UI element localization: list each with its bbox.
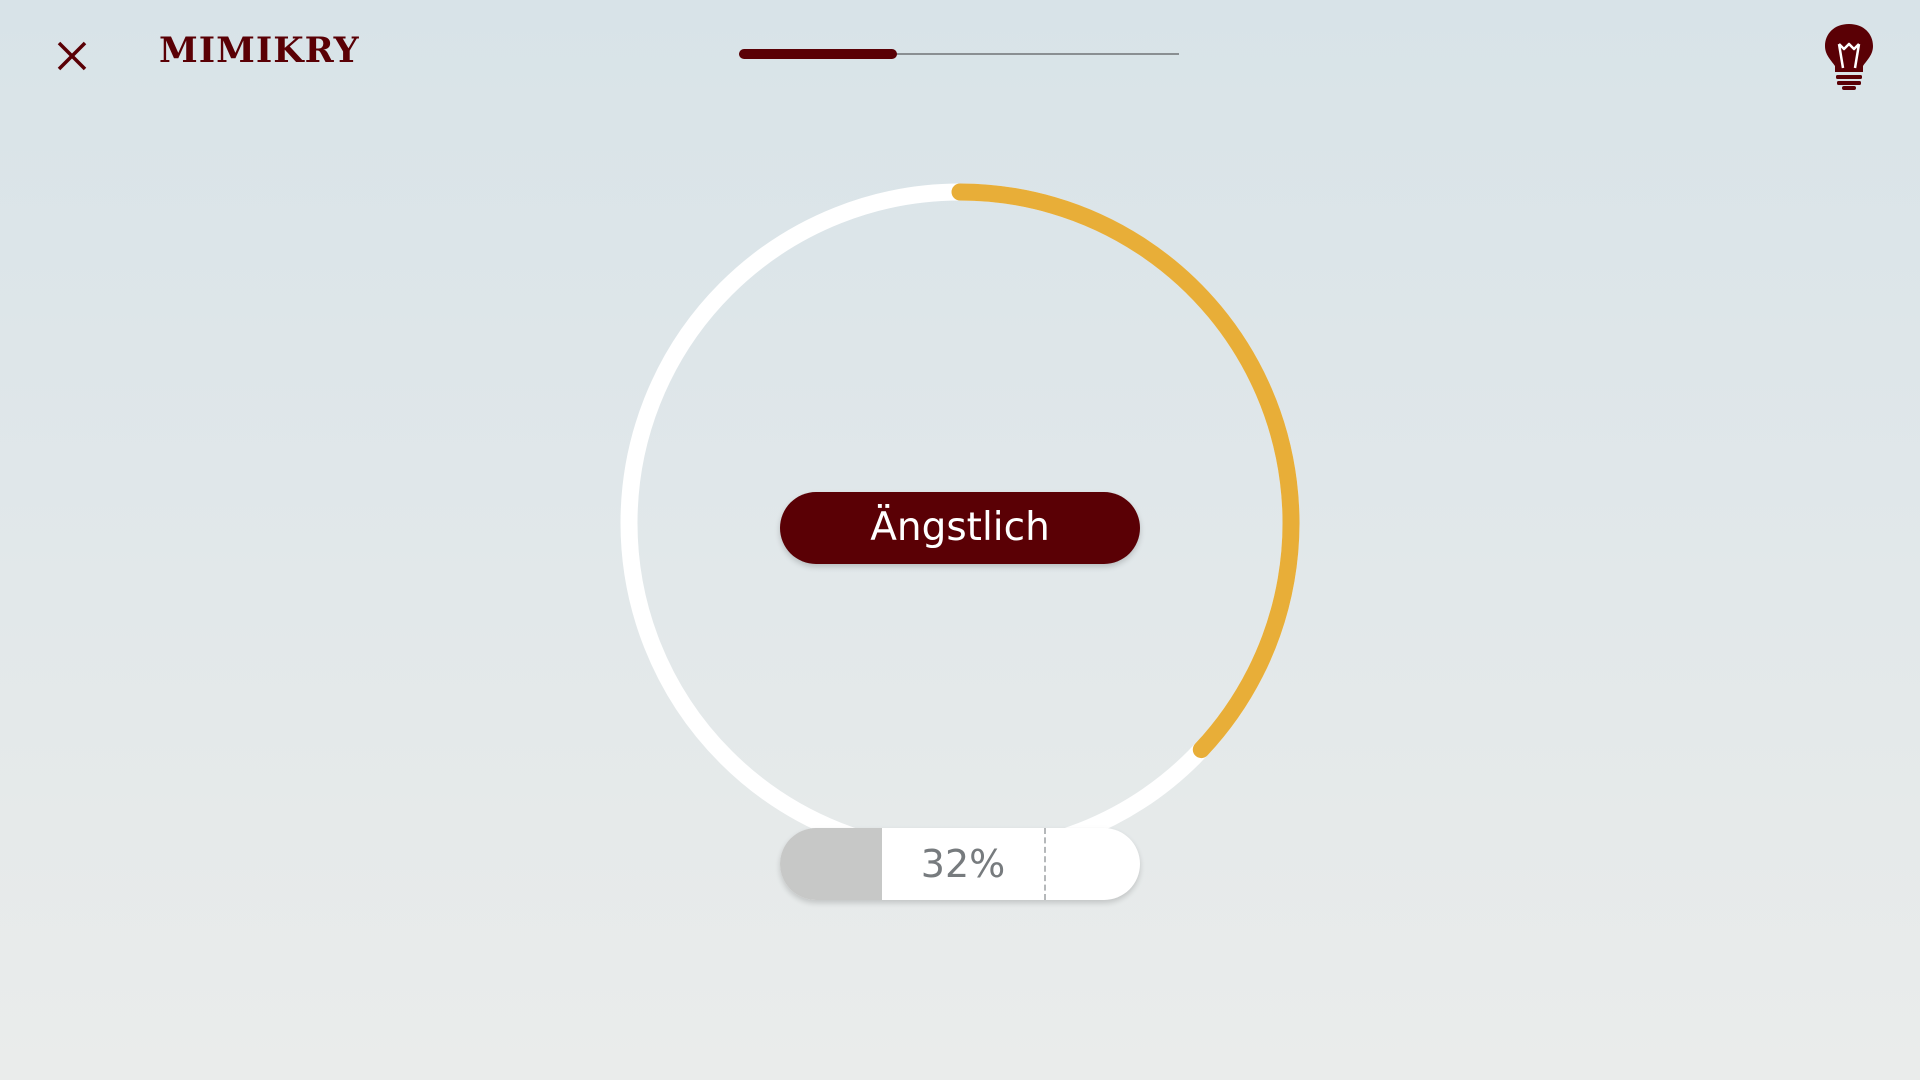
ring-progress-arc bbox=[951, 183, 1300, 759]
emotion-label: Ängstlich bbox=[780, 492, 1140, 564]
close-icon bbox=[57, 41, 87, 71]
app-title: MIMIKRY bbox=[159, 30, 360, 71]
intensity-divider bbox=[1044, 828, 1046, 900]
close-button[interactable] bbox=[52, 36, 92, 76]
hint-button[interactable] bbox=[1822, 22, 1876, 90]
intensity-percent: 32% bbox=[920, 842, 1006, 886]
step-progress-fill bbox=[739, 49, 897, 59]
lightbulb-icon bbox=[1825, 24, 1873, 90]
intensity-gray-segment bbox=[780, 828, 882, 900]
intensity-indicator: 32% bbox=[780, 828, 1140, 900]
